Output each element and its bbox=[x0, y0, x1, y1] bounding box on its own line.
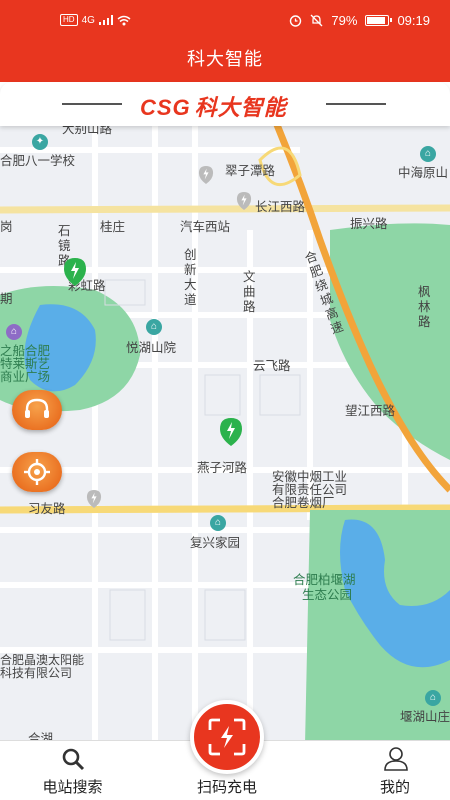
hd-badge: HD bbox=[60, 14, 78, 26]
scan-charge-button[interactable] bbox=[190, 700, 264, 774]
residence-icon-3: ⌂ bbox=[210, 515, 226, 531]
locate-button[interactable] bbox=[12, 452, 62, 492]
nav-station-search[interactable]: 电站搜索 bbox=[20, 741, 125, 800]
charging-station-pin[interactable] bbox=[64, 258, 86, 286]
battery-icon bbox=[365, 15, 393, 26]
map-label-chuangxin: 创新大道 bbox=[184, 248, 197, 307]
network-indicator: 4G bbox=[81, 14, 95, 26]
brand-logo-cn: 科大智能 bbox=[194, 95, 287, 120]
map-label-gang: 岗 bbox=[0, 220, 13, 234]
brand-divider-left bbox=[62, 103, 122, 105]
map-label-mall-3: 商业广场 bbox=[0, 370, 51, 384]
map-label-yanhu: 堰湖山庄 bbox=[400, 710, 450, 724]
wifi-icon bbox=[117, 15, 131, 25]
map-label-ziyuntan: 翠子潭路 bbox=[225, 164, 276, 178]
nav-mine[interactable]: 我的 bbox=[350, 741, 440, 800]
charging-station-pin-offline[interactable] bbox=[86, 490, 102, 508]
search-icon bbox=[62, 748, 85, 771]
map-label-mall-2: 特莱斯艺 bbox=[0, 357, 51, 371]
map-label-mall-1: 之船合肥 bbox=[0, 344, 51, 358]
charging-station-pin-offline[interactable] bbox=[236, 192, 252, 210]
map-label-fenglin: 枫林路 bbox=[418, 285, 431, 329]
map-view[interactable]: 大别山路 合肥八一学校 ✦ 中海原山 ⌂ 翠子潭路 长江西路 振兴路 岗 桂庄 … bbox=[0, 120, 450, 745]
charging-station-pin-offline[interactable] bbox=[198, 166, 214, 184]
residence-icon: ⌂ bbox=[420, 146, 436, 162]
map-label-zhenxing: 振兴路 bbox=[350, 217, 388, 231]
map-label-jingao-2: 科技有限公司 bbox=[0, 666, 73, 680]
page-title-bar: 科大智能 bbox=[0, 44, 450, 82]
map-label-yanzihe: 燕子河路 bbox=[197, 461, 248, 475]
scan-icon bbox=[208, 718, 246, 756]
map-label-qichexizhan: 汽车西站 bbox=[180, 220, 231, 234]
brand-logo: CSG 科大智能 bbox=[140, 90, 287, 122]
map-label-jingao-1: 合肥晶澳太阳能 bbox=[0, 653, 85, 667]
map-label-bailake-2: 生态公园 bbox=[302, 588, 353, 602]
map-label-guizhuang: 桂庄 bbox=[100, 220, 126, 234]
nav-mine-label: 我的 bbox=[379, 779, 410, 796]
residence-icon-4: ⌂ bbox=[425, 690, 441, 706]
headset-icon bbox=[25, 398, 49, 418]
map-label-changjiangxi: 长江西路 bbox=[255, 200, 306, 214]
brand-divider-right bbox=[326, 103, 386, 105]
brand-bar: CSG 科大智能 bbox=[0, 82, 450, 126]
map-label-wangjiangxi: 望江西路 bbox=[345, 404, 396, 418]
map-label-wenqu: 文曲路 bbox=[243, 270, 256, 314]
map-label-tobacco-2: 有限责任公司 bbox=[272, 483, 348, 497]
map-label-yunfei: 云飞路 bbox=[253, 359, 291, 373]
status-bar: HD 4G 79% 09:19 bbox=[0, 0, 450, 44]
map-label-fuxing: 复兴家园 bbox=[190, 536, 241, 550]
mall-icon: ⌂ bbox=[6, 324, 22, 340]
signal-icon bbox=[98, 15, 113, 25]
map-label-xiyou: 习友路 bbox=[28, 502, 66, 516]
user-icon bbox=[384, 747, 408, 771]
residence-icon-2: ⌂ bbox=[146, 319, 162, 335]
map-label-yuehu: 悦湖山院 bbox=[126, 341, 177, 355]
customer-service-button[interactable] bbox=[12, 390, 62, 430]
nav-scan-charge-label: 扫码充电 bbox=[196, 779, 257, 796]
battery-percent: 79% bbox=[331, 13, 358, 28]
locate-icon bbox=[24, 459, 50, 485]
clock: 09:19 bbox=[397, 13, 430, 28]
school-icon: ✦ bbox=[32, 134, 48, 150]
charging-station-pin[interactable] bbox=[220, 418, 242, 446]
mute-icon bbox=[310, 14, 323, 27]
page-title: 科大智能 bbox=[187, 49, 263, 69]
map-label-qi: 期 bbox=[0, 292, 13, 306]
map-label-bailake-1: 合肥柏堰湖 bbox=[293, 573, 356, 587]
map-label-zhongpu: 中海原山 bbox=[398, 166, 449, 180]
status-left: HD 4G bbox=[60, 14, 131, 26]
map-label-tobacco-1: 安徽中烟工业 bbox=[272, 470, 348, 484]
map-label-tobacco-3: 合肥卷烟厂 bbox=[272, 496, 335, 510]
status-right: 79% 09:19 bbox=[289, 13, 430, 28]
nav-station-search-label: 电站搜索 bbox=[42, 779, 103, 796]
brand-logo-latin: CSG bbox=[140, 95, 191, 120]
alarm-icon bbox=[290, 15, 302, 27]
map-label-bayi: 合肥八一学校 bbox=[0, 154, 76, 168]
